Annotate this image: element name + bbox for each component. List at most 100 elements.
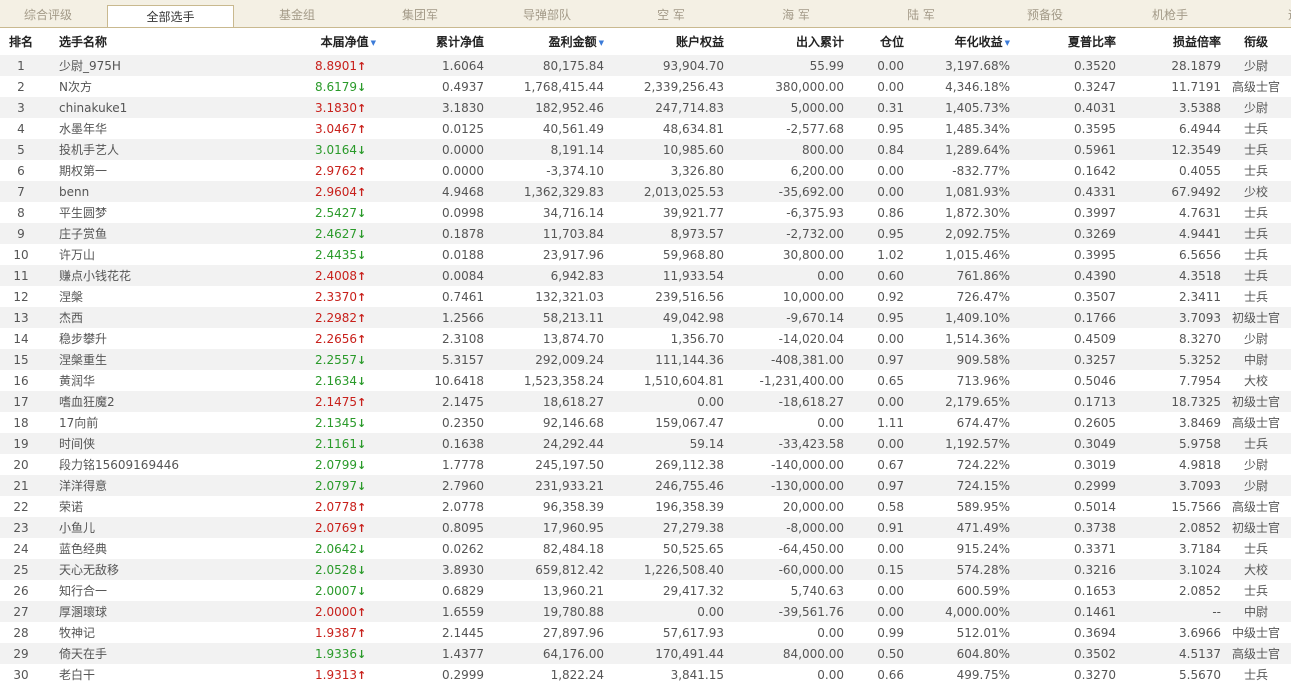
- cumulative-nav-cell: 3.1830: [378, 97, 484, 118]
- player-name-link[interactable]: 期权第一: [42, 160, 252, 181]
- player-name-link[interactable]: 牧神记: [42, 622, 252, 643]
- player-name-link[interactable]: 赚点小钱花花: [42, 265, 252, 286]
- header-position[interactable]: 仓位: [844, 28, 904, 55]
- sort-down-icon[interactable]: ▼: [599, 39, 604, 47]
- table-row[interactable]: 6 期权第一 2.9762↑ 0.0000 -3,374.10 3,326.80…: [0, 160, 1291, 181]
- grade-cell: 士兵: [1221, 202, 1291, 223]
- table-row[interactable]: 20 段力铭15609169446 2.0799↓ 1.7778 245,197…: [0, 454, 1291, 475]
- tab-navy[interactable]: 海 军: [746, 0, 846, 27]
- player-name-link[interactable]: 时间侠: [42, 433, 252, 454]
- tab-all-players[interactable]: 全部选手: [107, 5, 234, 27]
- table-row[interactable]: 28 牧神记 1.9387↑ 2.1445 27,897.96 57,617.9…: [0, 622, 1291, 643]
- table-row[interactable]: 15 涅槃重生 2.2557↓ 5.3157 292,009.24 111,14…: [0, 349, 1291, 370]
- table-row[interactable]: 25 天心无敌移 2.0528↓ 3.8930 659,812.42 1,226…: [0, 559, 1291, 580]
- player-name-link[interactable]: 水墨年华: [42, 118, 252, 139]
- table-row[interactable]: 16 黄润华 2.1634↓ 10.6418 1,523,358.24 1,51…: [0, 370, 1291, 391]
- table-row[interactable]: 18 17向前 2.1345↓ 0.2350 92,146.68 159,067…: [0, 412, 1291, 433]
- table-row[interactable]: 27 厚溷瓌球 2.0000↑ 1.6559 19,780.88 0.00 -3…: [0, 601, 1291, 622]
- tab-missile-force[interactable]: 导弹部队: [497, 0, 597, 27]
- table-row[interactable]: 22 荣诺 2.0778↑ 2.0778 96,358.39 196,358.3…: [0, 496, 1291, 517]
- table-row[interactable]: 5 投机手艺人 3.0164↓ 0.0000 8,191.14 10,985.6…: [0, 139, 1291, 160]
- player-name-link[interactable]: 少尉_975H: [42, 55, 252, 76]
- player-name-link[interactable]: 17向前: [42, 412, 252, 433]
- sharpe-ratio-cell: 0.3019: [1010, 454, 1116, 475]
- table-row[interactable]: 12 涅槃 2.3370↑ 0.7461 132,321.03 239,516.…: [0, 286, 1291, 307]
- header-profit-loss-ratio[interactable]: 损益倍率: [1116, 28, 1221, 55]
- table-row[interactable]: 29 倚天在手 1.9336↓ 1.4377 64,176.00 170,491…: [0, 643, 1291, 664]
- player-name-link[interactable]: 倚天在手: [42, 643, 252, 664]
- green-down-arrow-icon: ↓: [357, 374, 367, 388]
- header-account-equity[interactable]: 账户权益: [604, 28, 724, 55]
- player-name-link[interactable]: 知行合一: [42, 580, 252, 601]
- rank-cell: 11: [0, 265, 42, 286]
- table-row[interactable]: 30 老白干 1.9313↑ 0.2999 1,822.24 3,841.15 …: [0, 664, 1291, 685]
- annual-return-cell: -832.77%: [904, 160, 1010, 181]
- table-row[interactable]: 21 洋洋得意 2.0797↓ 2.7960 231,933.21 246,75…: [0, 475, 1291, 496]
- player-name-link[interactable]: 小鱼儿: [42, 517, 252, 538]
- table-row[interactable]: 11 赚点小钱花花 2.4008↑ 0.0084 6,942.83 11,933…: [0, 265, 1291, 286]
- player-name-link[interactable]: N次方: [42, 76, 252, 97]
- player-name-link[interactable]: 段力铭15609169446: [42, 454, 252, 475]
- player-name-link[interactable]: 蓝色经典: [42, 538, 252, 559]
- annual-return-cell: 1,289.64%: [904, 139, 1010, 160]
- table-row[interactable]: 13 杰西 2.2982↑ 1.2566 58,213.11 49,042.98…: [0, 307, 1291, 328]
- table-row[interactable]: 8 平生圆梦 2.5427↓ 0.0998 34,716.14 39,921.7…: [0, 202, 1291, 223]
- player-name-link[interactable]: 黄润华: [42, 370, 252, 391]
- header-current-nav[interactable]: 本届净值 ▼: [252, 28, 378, 55]
- annual-return-cell: 909.58%: [904, 349, 1010, 370]
- player-name-link[interactable]: 许万山: [42, 244, 252, 265]
- header-rank[interactable]: 排名: [0, 28, 42, 55]
- table-row[interactable]: 9 庄子赏鱼 2.4627↓ 0.1878 11,703.84 8,973.57…: [0, 223, 1291, 244]
- profit-loss-ratio-cell: 3.7093: [1116, 475, 1221, 496]
- player-name-link[interactable]: 荣诺: [42, 496, 252, 517]
- table-row[interactable]: 4 水墨年华 3.0467↑ 0.0125 40,561.49 48,634.8…: [0, 118, 1291, 139]
- header-grade[interactable]: 衔级: [1221, 28, 1291, 55]
- header-player-name[interactable]: 选手名称: [42, 28, 252, 55]
- tab-air-force[interactable]: 空 军: [621, 0, 721, 27]
- player-name-link[interactable]: 涅槃重生: [42, 349, 252, 370]
- player-name-link[interactable]: chinakuke1: [42, 97, 252, 118]
- table-row[interactable]: 19 时间侠 2.1161↓ 0.1638 24,292.44 59.14 -3…: [0, 433, 1291, 454]
- sort-down-icon[interactable]: ▼: [371, 39, 376, 47]
- header-cumulative-flow[interactable]: 出入累计: [724, 28, 844, 55]
- annual-return-cell: 1,081.93%: [904, 181, 1010, 202]
- table-row[interactable]: 1 少尉_975H 8.8901↑ 1.6064 80,175.84 93,90…: [0, 55, 1291, 76]
- player-name-link[interactable]: 庄子赏鱼: [42, 223, 252, 244]
- position-cell: 0.00: [844, 433, 904, 454]
- tab-vanguard[interactable]: 远锋: [1270, 0, 1291, 27]
- table-row[interactable]: 26 知行合一 2.0007↓ 0.6829 13,960.21 29,417.…: [0, 580, 1291, 601]
- player-name-link[interactable]: 老白干: [42, 664, 252, 685]
- header-annual-return[interactable]: 年化收益 ▼: [904, 28, 1010, 55]
- sort-down-icon[interactable]: ▼: [1005, 39, 1010, 47]
- player-name-link[interactable]: 厚溷瓌球: [42, 601, 252, 622]
- header-profit-amount[interactable]: 盈利金额 ▼: [484, 28, 604, 55]
- player-name-link[interactable]: benn: [42, 181, 252, 202]
- cumulative-nav-cell: 0.8095: [378, 517, 484, 538]
- player-name-link[interactable]: 天心无敌移: [42, 559, 252, 580]
- annual-return-cell: 761.86%: [904, 265, 1010, 286]
- player-name-link[interactable]: 杰西: [42, 307, 252, 328]
- tab-machine-gunner[interactable]: 机枪手: [1120, 0, 1220, 27]
- table-row[interactable]: 24 蓝色经典 2.0642↓ 0.0262 82,484.18 50,525.…: [0, 538, 1291, 559]
- tab-overall-rating[interactable]: 综合评级: [0, 0, 96, 27]
- tab-group-army[interactable]: 集团军: [370, 0, 470, 27]
- table-row[interactable]: 7 benn 2.9604↑ 4.9468 1,362,329.83 2,013…: [0, 181, 1291, 202]
- table-row[interactable]: 3 chinakuke1 3.1830↑ 3.1830 182,952.46 2…: [0, 97, 1291, 118]
- table-row[interactable]: 14 稳步攀升 2.2656↑ 2.3108 13,874.70 1,356.7…: [0, 328, 1291, 349]
- tab-fund-group[interactable]: 基金组: [247, 0, 347, 27]
- table-row[interactable]: 17 嗜血狂魔2 2.1475↑ 2.1475 18,618.27 0.00 -…: [0, 391, 1291, 412]
- player-name-link[interactable]: 稳步攀升: [42, 328, 252, 349]
- tab-army[interactable]: 陆 军: [871, 0, 971, 27]
- player-name-link[interactable]: 嗜血狂魔2: [42, 391, 252, 412]
- player-name-link[interactable]: 洋洋得意: [42, 475, 252, 496]
- tab-reserve[interactable]: 预备役: [995, 0, 1095, 27]
- table-row[interactable]: 23 小鱼儿 2.0769↑ 0.8095 17,960.95 27,279.3…: [0, 517, 1291, 538]
- player-name-link[interactable]: 涅槃: [42, 286, 252, 307]
- player-name-link[interactable]: 投机手艺人: [42, 139, 252, 160]
- table-row[interactable]: 10 许万山 2.4435↓ 0.0188 23,917.96 59,968.8…: [0, 244, 1291, 265]
- player-name-link[interactable]: 平生圆梦: [42, 202, 252, 223]
- header-sharpe-ratio[interactable]: 夏普比率: [1010, 28, 1116, 55]
- header-cumulative-nav[interactable]: 累计净值: [378, 28, 484, 55]
- table-row[interactable]: 2 N次方 8.6179↓ 0.4937 1,768,415.44 2,339,…: [0, 76, 1291, 97]
- current-nav-cell: 2.0778↑: [252, 496, 378, 517]
